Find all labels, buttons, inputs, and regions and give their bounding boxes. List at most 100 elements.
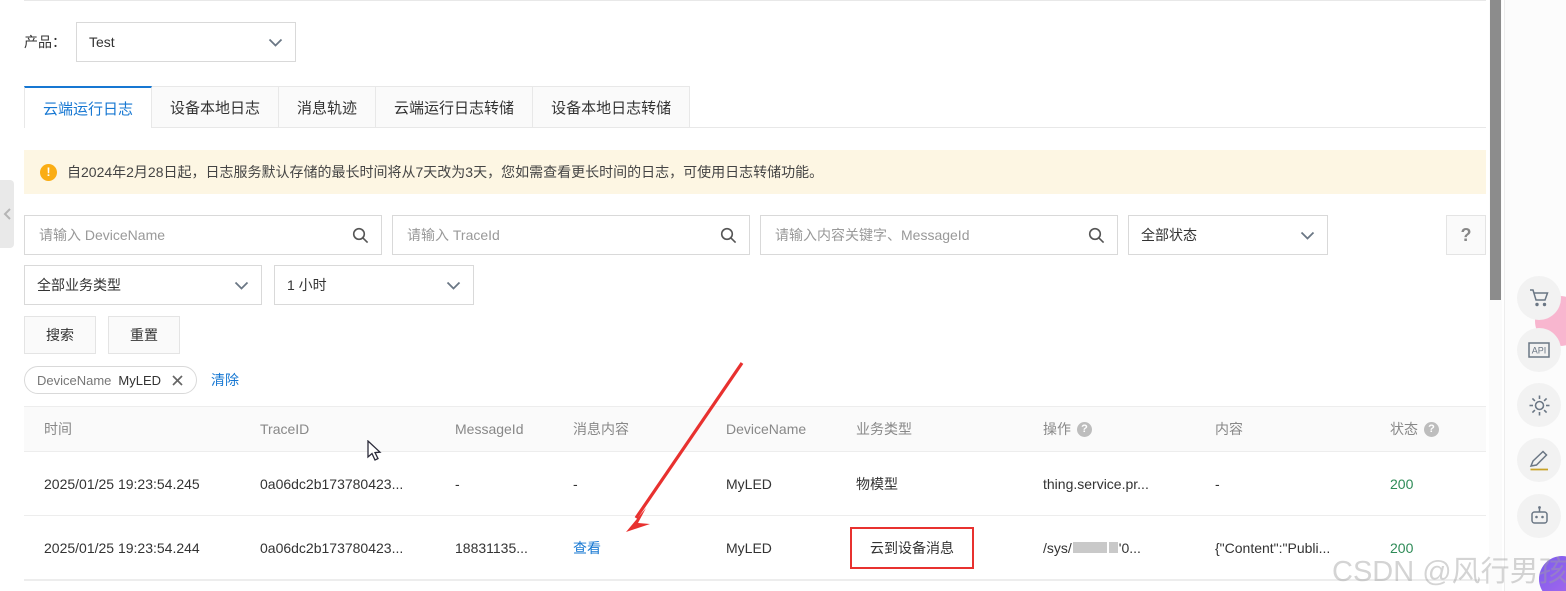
product-select[interactable]: Test — [76, 22, 296, 62]
table-row[interactable]: 2025/01/25 19:23:54.245 0a06dc2b17378042… — [24, 452, 1486, 516]
redacted-block — [1108, 542, 1118, 553]
action-button-row: 搜索 重置 — [24, 316, 192, 354]
api-icon[interactable]: API — [1517, 328, 1561, 372]
cell-status: 200 — [1386, 540, 1486, 556]
column-header-devicename: DeviceName — [726, 421, 807, 437]
status-badge: 200 — [1390, 475, 1414, 492]
reset-button[interactable]: 重置 — [108, 316, 180, 354]
cell-traceid: 0a06dc2b173780423... — [260, 539, 404, 556]
view-message-link[interactable]: 查看 — [573, 538, 601, 558]
cell-devicename: MyLED — [726, 539, 772, 556]
column-header-time: 时间 — [44, 421, 72, 437]
column-header-operation-label: 操作 — [1043, 421, 1071, 437]
table-row[interactable]: 2025/01/25 19:23:54.244 0a06dc2b17378042… — [24, 516, 1486, 580]
device-name-search[interactable] — [24, 215, 382, 255]
chevron-down-icon — [446, 281, 461, 290]
vertical-scrollbar-thumb[interactable] — [1490, 0, 1501, 300]
cell-time: 2025/01/25 19:23:54.245 — [44, 475, 200, 492]
cell-messageid: 18831135... — [455, 539, 528, 556]
cell-status: 200 — [1386, 476, 1486, 492]
product-label: 产品： — [24, 34, 66, 50]
clear-filters-link[interactable]: 清除 — [211, 370, 239, 390]
operation-prefix: /sys/ — [1043, 539, 1072, 556]
search-icon[interactable] — [352, 227, 369, 244]
tab-device-local-log-dump[interactable]: 设备本地日志转储 — [532, 86, 691, 128]
time-range-select-value: 1 小时 — [287, 277, 327, 293]
cell-biztype: 物模型 — [856, 475, 898, 492]
warning-icon: ! — [40, 163, 57, 181]
chevron-down-icon — [234, 281, 249, 290]
column-header-traceid: TraceID — [260, 421, 310, 437]
product-select-value: Test — [89, 34, 115, 50]
status-select[interactable]: 全部状态 — [1128, 215, 1328, 255]
biztype-highlight-box: 云到设备消息 — [850, 526, 974, 569]
tab-label: 云端运行日志转储 — [394, 100, 515, 117]
cell-devicename: MyLED — [726, 475, 772, 492]
cell-message-content: - — [573, 475, 578, 492]
cell-biztype: 云到设备消息 — [850, 526, 1039, 569]
tab-underline — [24, 127, 1486, 128]
biz-type-select[interactable]: 全部业务类型 — [24, 265, 262, 305]
redacted-block — [1072, 542, 1107, 553]
search-button[interactable]: 搜索 — [24, 316, 96, 354]
column-header-operation: 操作 ? — [1039, 419, 1211, 439]
sidebar-collapse-handle[interactable] — [0, 180, 14, 248]
column-header-content: 内容 — [1215, 421, 1243, 437]
tab-label: 设备本地日志 — [170, 100, 261, 117]
notice-banner: ! 自2024年2月28日起，日志服务默认存储的最长时间将从7天改为3天，您如需… — [24, 150, 1486, 194]
cell-operation: /sys/ '0... — [1039, 540, 1211, 556]
search-icon[interactable] — [1088, 227, 1105, 244]
filter-row-primary: 全部状态 — [24, 215, 1328, 255]
robot-assistant-icon[interactable] — [1517, 494, 1561, 538]
cell-content: - — [1215, 475, 1220, 492]
trace-id-input[interactable] — [405, 226, 712, 244]
notice-banner-text: 自2024年2月28日起，日志服务默认存储的最长时间将从7天改为3天，您如需查看… — [67, 164, 824, 180]
search-icon[interactable] — [720, 227, 737, 244]
tab-cloud-run-log-dump[interactable]: 云端运行日志转储 — [375, 86, 534, 128]
question-mark-icon: ? — [1460, 224, 1472, 245]
chevron-down-icon — [1300, 231, 1315, 240]
tab-label: 设备本地日志转储 — [551, 100, 672, 117]
filter-tag-devicename[interactable]: DeviceName MyLED — [24, 366, 198, 394]
cell-operation: thing.service.pr... — [1043, 475, 1149, 492]
table-header-row: 时间 TraceID MessageId 消息内容 DeviceName 业务类… — [24, 406, 1486, 452]
content-keyword-search[interactable] — [760, 215, 1118, 255]
biz-type-select-value: 全部业务类型 — [37, 277, 121, 293]
cell-biztype-label: 云到设备消息 — [870, 539, 954, 556]
tab-bar: 云端运行日志 设备本地日志 消息轨迹 云端运行日志转储 设备本地日志转储 — [24, 86, 691, 128]
content-keyword-input[interactable] — [773, 226, 1080, 244]
column-header-messageid: MessageId — [455, 421, 524, 437]
cell-message-content[interactable]: 查看 — [569, 538, 722, 558]
gear-icon[interactable] — [1517, 383, 1561, 427]
tab-message-trace[interactable]: 消息轨迹 — [278, 86, 377, 128]
help-icon[interactable]: ? — [1077, 421, 1092, 437]
filter-tag-key: DeviceName — [37, 372, 112, 388]
svg-text:API: API — [1532, 346, 1547, 356]
page-root: 产品： Test 云端运行日志 设备本地日志 消息轨迹 云端运行日志转储 设备本… — [0, 0, 1566, 591]
log-table: 时间 TraceID MessageId 消息内容 DeviceName 业务类… — [24, 406, 1486, 580]
help-icon[interactable]: ? — [1424, 421, 1439, 437]
top-divider — [24, 0, 1486, 1]
product-selector-row: 产品： Test — [24, 22, 296, 62]
right-toolbar: API — [1504, 0, 1566, 591]
column-header-status-label: 状态 — [1390, 421, 1418, 437]
tab-cloud-run-log[interactable]: 云端运行日志 — [24, 86, 153, 128]
assistant-avatar[interactable] — [1539, 556, 1566, 591]
status-badge: 200 — [1390, 539, 1414, 556]
pen-edit-icon[interactable] — [1517, 438, 1561, 482]
operation-suffix: '0... — [1118, 539, 1141, 556]
trace-id-search[interactable] — [392, 215, 750, 255]
close-icon[interactable] — [171, 374, 184, 387]
active-filter-row: DeviceName MyLED 清除 — [24, 366, 239, 394]
tab-device-local-log[interactable]: 设备本地日志 — [151, 86, 280, 128]
status-select-value: 全部状态 — [1141, 227, 1197, 243]
bottom-divider — [24, 580, 1486, 581]
time-range-select[interactable]: 1 小时 — [274, 265, 474, 305]
column-header-message-content: 消息内容 — [573, 421, 629, 437]
cell-content: {"Content":"Publi... — [1215, 539, 1331, 556]
shopping-cart-icon[interactable] — [1517, 276, 1561, 320]
help-button[interactable]: ? — [1446, 215, 1486, 255]
device-name-input[interactable] — [37, 226, 344, 244]
column-header-status: 状态 ? — [1386, 419, 1486, 439]
cell-traceid: 0a06dc2b173780423... — [260, 475, 404, 492]
